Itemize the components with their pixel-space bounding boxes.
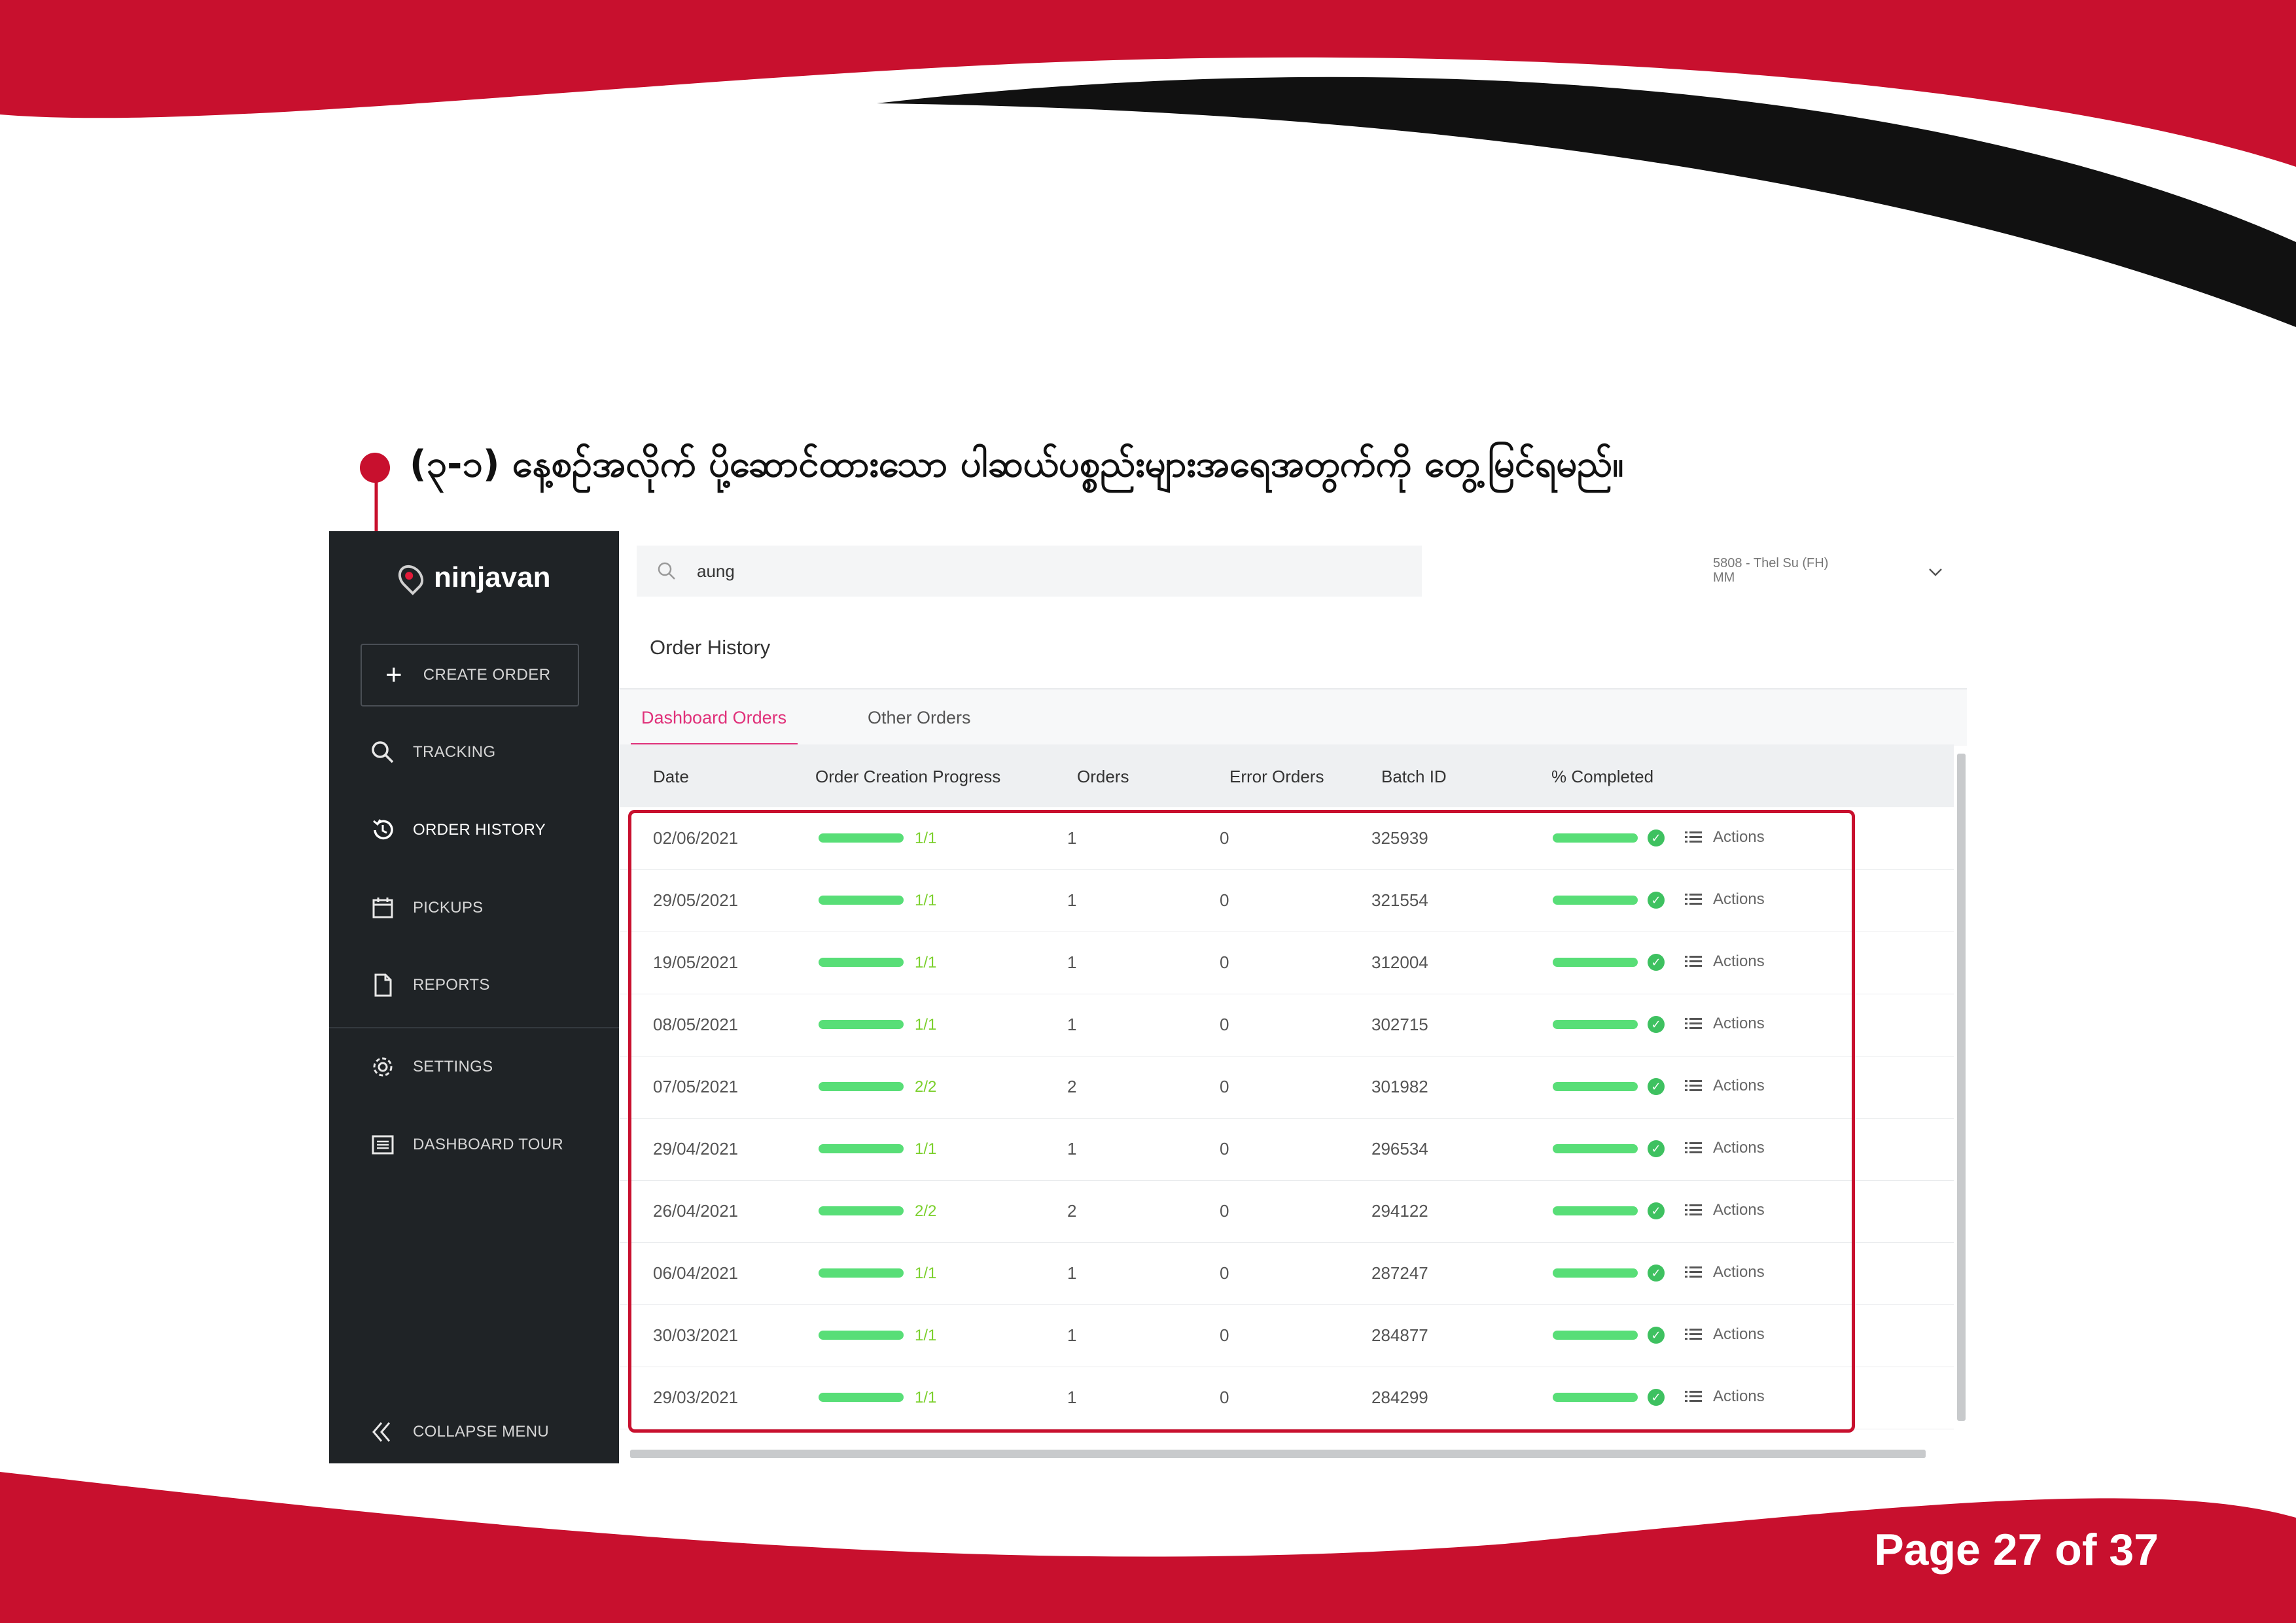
collapse-menu-label: COLLAPSE MENU xyxy=(413,1423,549,1440)
create-order-label: CREATE ORDER xyxy=(423,666,551,684)
tab-other-orders[interactable]: Other Orders xyxy=(868,708,971,728)
horizontal-scrollbar[interactable] xyxy=(630,1450,1926,1458)
sidebar-item-label: TRACKING xyxy=(413,743,496,761)
column-header-date[interactable]: Date xyxy=(653,767,689,787)
history-icon xyxy=(368,816,397,845)
bullet-dot xyxy=(360,453,390,483)
list-icon xyxy=(368,1130,397,1159)
column-header-completed[interactable]: % Completed xyxy=(1551,767,1653,787)
sidebar-divider xyxy=(329,1027,619,1028)
search-value: aung xyxy=(697,561,735,581)
account-selector[interactable]: 5808 - Thel Su (FH) MM xyxy=(1713,556,1883,585)
sidebar-item-pickups[interactable]: PICKUPS xyxy=(368,888,604,928)
column-header-orders[interactable]: Orders xyxy=(1077,767,1129,787)
double-chevron-left-icon xyxy=(368,1418,397,1446)
tab-dashboard-orders[interactable]: Dashboard Orders xyxy=(641,708,786,728)
search-icon xyxy=(658,562,675,580)
document-icon xyxy=(368,971,397,1000)
table-header: Date Order Creation Progress Orders Erro… xyxy=(619,744,1954,807)
chevron-down-icon[interactable] xyxy=(1926,563,1945,582)
sidebar-item-label: DASHBOARD TOUR xyxy=(413,1136,564,1153)
sidebar-item-reports[interactable]: REPORTS xyxy=(368,966,604,1005)
gear-icon xyxy=(368,1053,397,1081)
sidebar: ninjavan + CREATE ORDER TRACKING ORDER H… xyxy=(329,531,619,1463)
sidebar-item-settings[interactable]: SETTINGS xyxy=(368,1047,604,1087)
pin-icon xyxy=(393,560,429,595)
tabs-bar: Dashboard Orders Other Orders xyxy=(619,688,1967,746)
account-name: 5808 - Thel Su (FH) xyxy=(1713,556,1829,570)
sidebar-item-label: PICKUPS xyxy=(413,899,484,916)
logo-text: ninjavan xyxy=(434,561,551,593)
sidebar-item-order-history[interactable]: ORDER HISTORY xyxy=(368,811,604,850)
column-header-error-orders[interactable]: Error Orders xyxy=(1229,767,1324,787)
plus-icon: + xyxy=(385,659,402,691)
page-title: Order History xyxy=(650,636,771,659)
column-header-progress[interactable]: Order Creation Progress xyxy=(815,767,1000,787)
sidebar-item-label: REPORTS xyxy=(413,976,490,994)
create-order-button[interactable]: + CREATE ORDER xyxy=(361,644,579,707)
column-header-batch-id[interactable]: Batch ID xyxy=(1381,767,1447,787)
ninjavan-logo[interactable]: ninjavan xyxy=(393,555,551,601)
sidebar-item-label: ORDER HISTORY xyxy=(413,821,546,839)
page-number: Page 27 of 37 xyxy=(1874,1525,2159,1575)
search-input[interactable]: aung xyxy=(637,546,1422,597)
vertical-scrollbar[interactable] xyxy=(1957,754,1966,1421)
collapse-menu-button[interactable]: COLLAPSE MENU xyxy=(368,1412,604,1452)
sidebar-item-tracking[interactable]: TRACKING xyxy=(368,733,604,772)
highlight-box xyxy=(628,810,1855,1433)
heading-text: (၃-၁) နေ့စဉ်အလိုက် ပို့ဆောင်ထားသော ပါဆယ်… xyxy=(410,443,1624,485)
sidebar-item-dashboard-tour[interactable]: DASHBOARD TOUR xyxy=(368,1125,604,1164)
account-country: MM xyxy=(1713,570,1735,585)
section-heading: (၃-၁) နေ့စဉ်အလိုက် ပို့ဆောင်ထားသော ပါဆယ်… xyxy=(360,438,1623,497)
sidebar-item-label: SETTINGS xyxy=(413,1058,493,1075)
calendar-icon xyxy=(368,894,397,922)
search-icon xyxy=(368,738,397,767)
